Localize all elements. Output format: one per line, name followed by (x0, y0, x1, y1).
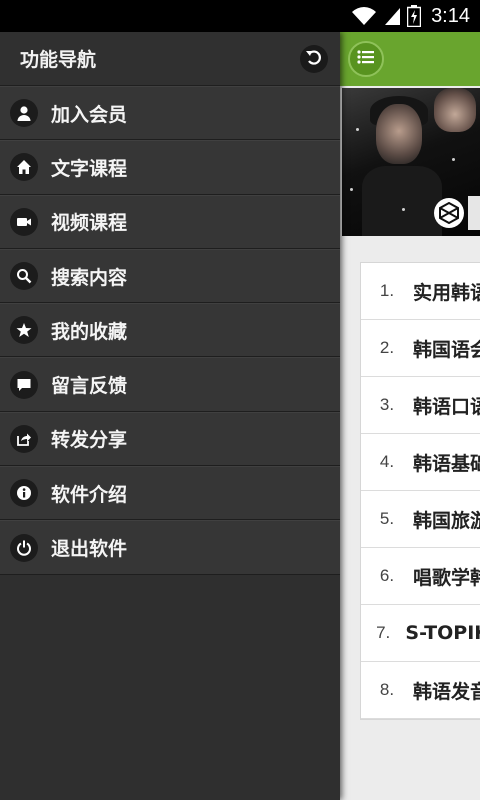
sparkle (402, 208, 405, 211)
menu-toggle-button[interactable] (348, 41, 384, 77)
list-item[interactable]: 8. 韩语发音 (361, 662, 480, 719)
info-icon (10, 479, 38, 508)
list-item-number: 7. (376, 623, 391, 642)
list-item-number: 2. (379, 338, 395, 357)
status-time: 3:14 (431, 4, 470, 27)
menu-item-about[interactable]: 软件介绍 (0, 466, 340, 521)
drawer-menu: 加入会员 文字课程 视频课程 搜索内容 我的收藏 留言反馈 转发分享 软件介绍 … (0, 86, 340, 575)
list-item-number: 5. (379, 509, 395, 528)
list-item[interactable]: 6. 唱歌学韩 (361, 548, 480, 605)
lesson-list: 1. 实用韩语 2. 韩国语会 3. 韩语口语 4. 韩语基础 5. 韩国旅游 … (360, 262, 480, 720)
power-icon (10, 533, 38, 562)
video-icon (10, 207, 38, 236)
menu-item-favorites[interactable]: 我的收藏 (0, 303, 340, 358)
top-action-bar (340, 32, 480, 86)
list-icon (357, 49, 375, 69)
list-item[interactable]: 1. 实用韩语 (361, 263, 480, 320)
sparkle (356, 128, 359, 131)
menu-item-label: 视频课程 (51, 212, 128, 235)
menu-item-label: 退出软件 (51, 538, 128, 561)
undo-icon (305, 48, 323, 70)
battery-icon (407, 5, 422, 27)
menu-item-label: 留言反馈 (51, 375, 128, 398)
list-item[interactable]: 2. 韩国语会 (361, 320, 480, 377)
list-item-title: S-TOPIK (405, 622, 480, 644)
list-item-number: 3. (379, 395, 395, 414)
app-root: 3:14 1. 实用韩语 2. 韩国语会 3. 韩语口语 4. 韩语基础 5. … (0, 0, 480, 800)
list-item[interactable]: 3. 韩语口语 (361, 377, 480, 434)
list-item[interactable]: 7. S-TOPIK (361, 605, 480, 662)
menu-item-share[interactable]: 转发分享 (0, 411, 340, 467)
menu-item-label: 软件介绍 (51, 483, 128, 506)
drawer-header: 功能导航 (0, 32, 340, 86)
search-icon (10, 262, 38, 291)
menu-item-label: 加入会员 (51, 103, 128, 126)
list-item[interactable]: 4. 韩语基础 (361, 434, 480, 491)
menu-item-feedback[interactable]: 留言反馈 (0, 357, 340, 412)
close-drawer-button[interactable] (300, 44, 328, 73)
list-item-number: 1. (379, 281, 395, 300)
comment-icon (10, 370, 38, 399)
list-item[interactable]: 5. 韩国旅游 (361, 491, 480, 548)
main-content: 1. 实用韩语 2. 韩国语会 3. 韩语口语 4. 韩语基础 5. 韩国旅游 … (340, 32, 480, 800)
list-item-title: 韩国语会 (412, 338, 480, 361)
menu-item-exit[interactable]: 退出软件 (0, 520, 340, 575)
list-item-title: 韩语发音 (412, 680, 480, 703)
wifi-icon (351, 6, 377, 26)
list-item-title: 韩语口语 (412, 395, 480, 418)
share-icon (10, 424, 38, 453)
star-icon (10, 316, 38, 345)
list-item-number: 6. (379, 566, 395, 585)
menu-item-label: 我的收藏 (51, 320, 128, 343)
drawer-title: 功能导航 (20, 49, 97, 71)
banner-figure (362, 166, 442, 236)
banner-image[interactable] (342, 88, 480, 236)
menu-item-label: 搜索内容 (51, 266, 128, 289)
menu-item-video-courses[interactable]: 视频课程 (0, 194, 340, 249)
menu-item-search[interactable]: 搜索内容 (0, 248, 340, 304)
exo-logo-icon (434, 198, 464, 228)
navigation-drawer: 功能导航 加入会员 文字课程 视频课程 搜索内容 我的收藏 留言反馈 转发分享 … (0, 32, 340, 800)
menu-item-text-courses[interactable]: 文字课程 (0, 140, 340, 195)
list-item-title: 韩语基础 (412, 452, 480, 475)
sparkle (452, 158, 455, 161)
status-bar: 3:14 (0, 0, 480, 32)
sparkle (350, 188, 353, 191)
user-icon (10, 99, 38, 128)
signal-icon (383, 6, 401, 26)
list-item-title: 韩国旅游 (412, 509, 480, 532)
home-icon (10, 153, 38, 182)
banner-face (376, 104, 422, 164)
status-icons: 3:14 (351, 0, 470, 32)
menu-item-label: 文字课程 (51, 157, 128, 180)
menu-item-join-member[interactable]: 加入会员 (0, 86, 340, 141)
banner-face (434, 88, 476, 132)
list-item-title: 唱歌学韩 (412, 566, 480, 589)
banner-text-shape (468, 196, 480, 230)
list-item-number: 4. (379, 452, 395, 471)
menu-item-label: 转发分享 (51, 429, 128, 452)
list-item-title: 实用韩语 (412, 281, 480, 304)
list-item-number: 8. (379, 680, 395, 699)
